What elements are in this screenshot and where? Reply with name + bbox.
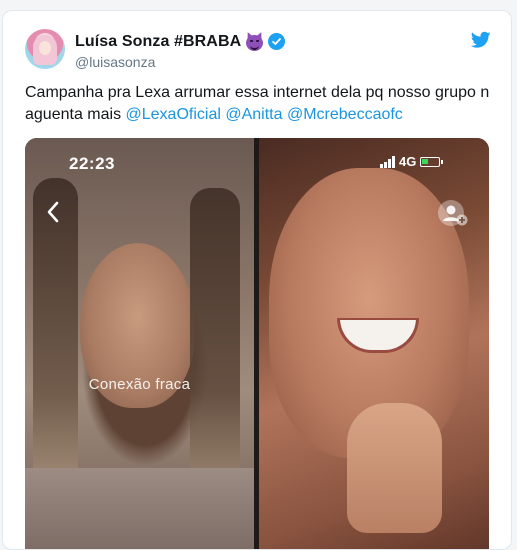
twitter-bird-icon[interactable] xyxy=(471,31,491,49)
mention-mcrebecca[interactable]: @Mcrebeccaofc xyxy=(287,106,403,123)
phone-status-bar: 4G xyxy=(380,154,444,169)
battery-icon xyxy=(420,156,444,167)
display-name[interactable]: Luísa Sonza #BRABA xyxy=(75,33,241,51)
clock-time: 22:23 xyxy=(69,154,115,173)
add-person-icon xyxy=(438,200,468,226)
tweet-text: Campanha pra Lexa arrumar essa internet … xyxy=(25,82,495,126)
weak-connection-label: Conexão fraca xyxy=(88,376,191,393)
user-handle[interactable]: @luisasonza xyxy=(75,54,155,70)
verified-icon xyxy=(268,33,286,50)
mention-anitta[interactable]: @Anitta xyxy=(225,106,282,123)
back-chevron-icon xyxy=(47,201,59,223)
tweet-header: Luísa Sonza #BRABA @luisasonza xyxy=(25,29,491,77)
network-type: 4G xyxy=(399,154,417,169)
tweet-media-photo[interactable]: 22:23 Conexão fraca 4G xyxy=(25,138,489,549)
author-name-row[interactable]: Luísa Sonza #BRABA xyxy=(75,31,286,51)
tweet-card: Luísa Sonza #BRABA @luisasonza Campanha … xyxy=(2,10,512,550)
devil-emoji-icon xyxy=(245,31,265,51)
mention-lexa[interactable]: @LexaOficial xyxy=(126,106,221,123)
signal-icon xyxy=(380,155,395,168)
avatar[interactable] xyxy=(25,29,65,69)
